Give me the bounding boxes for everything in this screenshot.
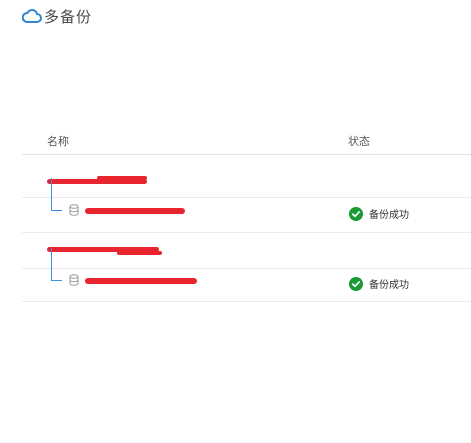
backup-group: 备份成功: [22, 155, 471, 233]
status-cell: 备份成功: [349, 276, 409, 291]
tree-connector: [51, 178, 62, 211]
status-cell: 备份成功: [349, 206, 409, 221]
column-name-header: 名称: [47, 135, 69, 148]
backup-item-row[interactable]: 备份成功: [47, 178, 467, 228]
group-name-redacted[interactable]: [47, 245, 162, 265]
status-text: 备份成功: [369, 280, 409, 291]
row-divider: [22, 197, 471, 198]
backup-table: 名称 状态 备份成功 备份成功: [22, 124, 471, 302]
column-status-header: 状态: [348, 135, 370, 148]
cloud-icon: [22, 8, 42, 23]
row-divider: [22, 268, 471, 269]
item-name-redacted: [85, 278, 197, 284]
item-name-redacted: [85, 208, 185, 214]
backup-group: 备份成功: [22, 233, 471, 302]
group-name-redacted[interactable]: [47, 173, 157, 193]
app-name: 多备份: [44, 7, 93, 26]
backup-item-row[interactable]: 备份成功: [47, 248, 467, 298]
table-header: 名称 状态: [22, 124, 471, 155]
status-text: 备份成功: [369, 210, 409, 221]
check-circle-icon: [349, 206, 363, 221]
database-icon: [69, 274, 79, 286]
database-icon: [69, 204, 79, 216]
tree-connector: [51, 248, 62, 281]
app-logo[interactable]: 多备份: [22, 6, 92, 26]
check-circle-icon: [349, 276, 363, 291]
